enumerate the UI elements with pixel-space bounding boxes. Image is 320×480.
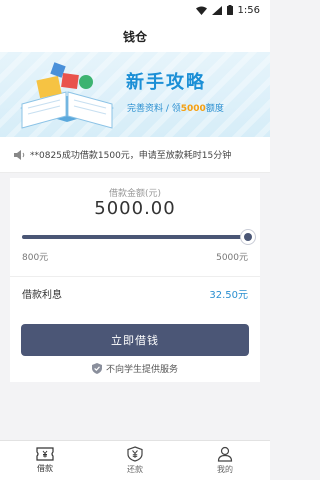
- battery-icon: [226, 5, 233, 15]
- banner-subline: 完善资料 / 领5000额度: [127, 101, 224, 114]
- banner-subline-prefix: 完善资料 / 领: [127, 104, 181, 114]
- loan-notice: **0825成功借款1500元，申请至放款耗时15分钟: [0, 137, 270, 173]
- speaker-icon: [14, 149, 25, 160]
- title-bar: 钱仓: [0, 20, 270, 52]
- student-policy-text: 不向学生提供服务: [105, 365, 178, 375]
- shield-check-icon: [91, 363, 102, 374]
- amount-value: 5000.00: [94, 198, 176, 219]
- banner-subline-amount: 5000: [180, 104, 206, 114]
- tab-mine[interactable]: 我的: [180, 441, 270, 480]
- slider-max-label: 5000元: [216, 253, 248, 263]
- amount-slider[interactable]: [22, 229, 256, 245]
- tab-borrow[interactable]: 借款: [0, 441, 90, 480]
- wifi-icon: [195, 6, 207, 15]
- slider-min-label: 800元: [22, 253, 49, 263]
- tab-repay-label: 还款: [127, 465, 143, 474]
- slider-thumb-dot: [244, 233, 252, 241]
- interest-label: 借款利息: [22, 290, 62, 301]
- status-time: 1:56: [237, 4, 260, 16]
- tab-repay[interactable]: 还款: [90, 441, 180, 480]
- bottom-tab-bar: 借款 还款 我的: [0, 440, 270, 480]
- ticket-icon: [36, 447, 54, 461]
- book-illustration-icon: [20, 62, 114, 129]
- borrow-now-button[interactable]: 立即借钱: [21, 324, 249, 356]
- banner-subline-suffix: 额度: [205, 104, 224, 114]
- card-divider: [10, 276, 260, 277]
- banner-headline: 新手攻略: [126, 72, 206, 93]
- signal-icon: [211, 5, 222, 15]
- status-bar: 1:56: [0, 0, 270, 20]
- tab-mine-label: 我的: [217, 465, 233, 474]
- slider-fill: [22, 235, 248, 239]
- person-icon: [217, 446, 233, 462]
- yen-shield-icon: [127, 446, 143, 462]
- page-title: 钱仓: [122, 29, 147, 44]
- student-policy: 不向学生提供服务: [10, 362, 260, 375]
- notice-text: **0825成功借款1500元，申请至放款耗时15分钟: [30, 151, 232, 161]
- loan-card: 借款金额(元) 5000.00 800元 5000元 借款利息 32.50元 立…: [10, 178, 260, 382]
- interest-value: 32.50元: [209, 290, 248, 301]
- tab-borrow-label: 借款: [37, 464, 53, 473]
- slider-thumb[interactable]: [240, 229, 256, 245]
- promo-banner[interactable]: 新手攻略 完善资料 / 领5000额度: [0, 52, 270, 137]
